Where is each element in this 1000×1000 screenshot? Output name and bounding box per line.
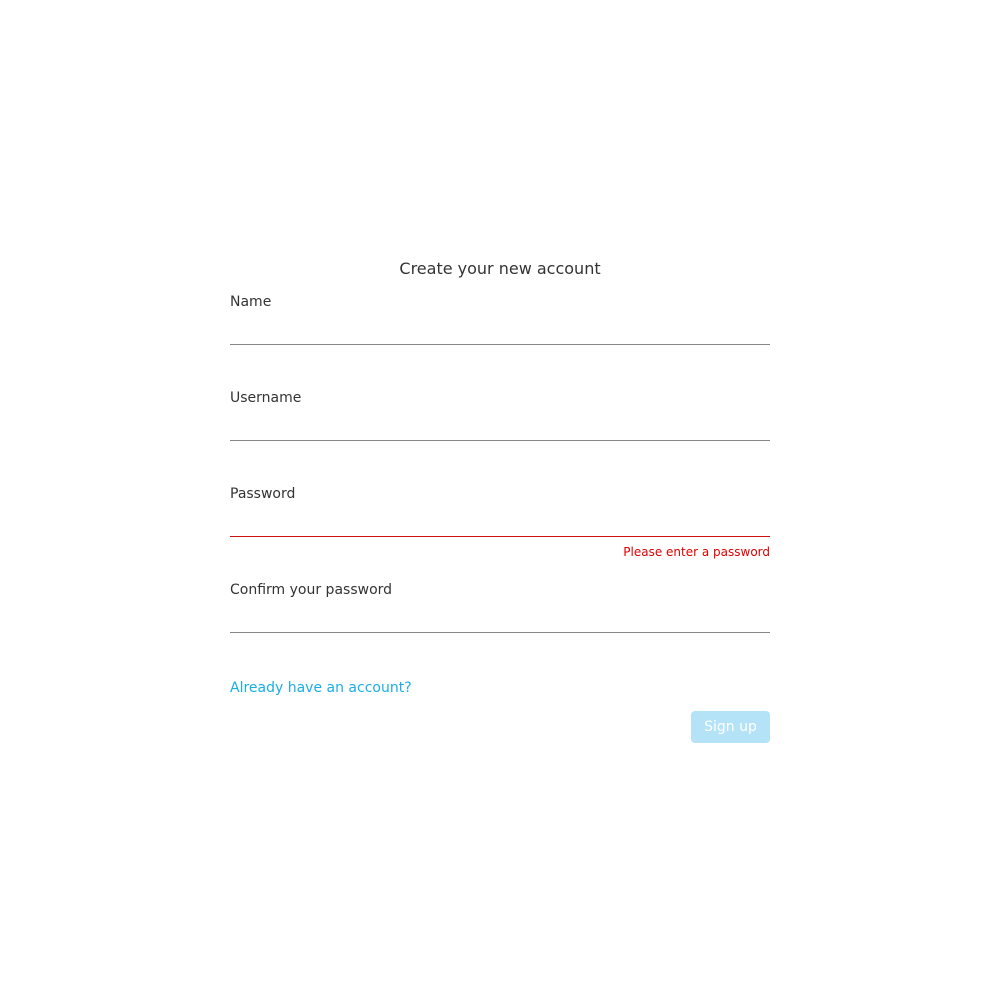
confirm-password-input[interactable] xyxy=(230,607,770,633)
username-field-group: Username xyxy=(230,389,770,485)
name-label: Name xyxy=(230,294,272,310)
username-label: Username xyxy=(230,390,302,406)
username-input[interactable] xyxy=(230,415,770,441)
password-input[interactable] xyxy=(230,511,770,537)
password-label: Password xyxy=(230,486,296,502)
form-actions: Sign up xyxy=(230,711,770,743)
name-field-group: Name xyxy=(230,293,770,389)
password-error-message: Please enter a password xyxy=(623,545,770,559)
signup-form: Create your new account Name Username Pa… xyxy=(230,258,770,743)
signup-button[interactable]: Sign up xyxy=(691,711,770,743)
form-title: Create your new account xyxy=(399,259,601,278)
confirm-password-field-group: Confirm your password xyxy=(230,581,770,677)
login-link[interactable]: Already have an account? xyxy=(230,679,412,697)
name-input[interactable] xyxy=(230,319,770,345)
password-field-group: Password Please enter a password xyxy=(230,485,770,581)
confirm-password-label: Confirm your password xyxy=(230,582,393,598)
